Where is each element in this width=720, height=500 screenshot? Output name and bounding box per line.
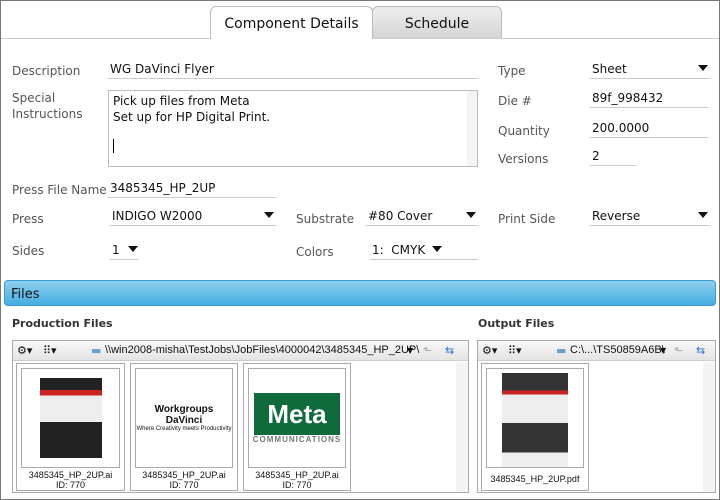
files-header-label: Files: [11, 287, 40, 302]
substrate-value: #80 Cover: [368, 209, 433, 223]
file-name: 3485345_HP_2UP.pdf: [490, 474, 580, 484]
tab-schedule[interactable]: Schedule: [372, 6, 502, 39]
die-label: Die #: [498, 94, 532, 108]
meta-logo: Meta: [254, 392, 340, 435]
colors-value: 1: CMYK: [372, 243, 426, 257]
chevron-down-icon: [698, 65, 708, 71]
file-id: ID: 770: [169, 480, 199, 490]
view-grid-icon[interactable]: ⠿▾: [43, 344, 57, 357]
print-side-value: Reverse: [592, 209, 641, 223]
description-label: Description: [12, 64, 81, 78]
text-cursor: [113, 139, 114, 153]
file-preview: Meta COMMUNICATIONS: [248, 368, 346, 468]
file-name: 3485345_HP_2UP.ai: [28, 470, 113, 480]
output-files-panel: ⚙▾ ⠿▾ ▬ C:\...\TS50859A6B\ ▼ ⬑ ⇆ 3485345…: [477, 340, 716, 493]
folder-icon: ▬: [556, 344, 567, 357]
instructions-line: Set up for HP Digital Print.: [113, 110, 271, 124]
file-thumbnail[interactable]: 3485345_HP_2UP.ai ID: 770: [16, 363, 125, 491]
sides-label: Sides: [12, 244, 45, 258]
file-thumbnail[interactable]: Meta COMMUNICATIONS 3485345_HP_2UP.ai ID:…: [243, 363, 351, 491]
chevron-down-icon: [466, 212, 476, 218]
file-preview: [21, 368, 120, 468]
chevron-down-icon: [432, 246, 442, 252]
special-instructions-label-2: Instructions: [12, 107, 83, 121]
gear-icon[interactable]: ⚙▾: [482, 344, 497, 357]
output-files-title: Output Files: [478, 317, 555, 330]
print-side-select[interactable]: Reverse: [590, 208, 710, 226]
gear-icon[interactable]: ⚙▾: [17, 344, 32, 357]
colors-select[interactable]: 1: CMYK: [370, 242, 478, 260]
output-scrollbar[interactable]: [703, 362, 715, 492]
logo-tagline: COMMUNICATIONS: [252, 434, 342, 444]
file-preview: [486, 368, 584, 468]
refresh-icon[interactable]: ⇆: [696, 344, 705, 357]
print-side-label: Print Side: [498, 212, 556, 226]
chevron-down-icon: [698, 212, 708, 218]
special-instructions-textarea[interactable]: Pick up files from Meta Set up for HP Di…: [108, 90, 478, 167]
up-folder-icon[interactable]: ⬑: [674, 344, 683, 357]
chevron-down-icon: [264, 212, 274, 218]
tab-component-details[interactable]: Component Details: [210, 6, 373, 39]
die-input[interactable]: 89f_998432: [590, 90, 708, 108]
production-path[interactable]: \\win2008-misha\TestJobs\JobFiles\400004…: [105, 344, 419, 356]
instructions-line: Pick up files from Meta: [113, 94, 250, 108]
file-preview: Workgroups DaVinci Where Creativity meet…: [135, 368, 233, 468]
type-select[interactable]: Sheet: [590, 61, 710, 79]
substrate-select[interactable]: #80 Cover: [366, 208, 478, 226]
colors-label: Colors: [296, 245, 334, 259]
file-id: ID: 770: [282, 480, 312, 490]
description-input[interactable]: WG DaVinci Flyer: [108, 61, 478, 79]
textarea-scrollbar[interactable]: [467, 91, 477, 166]
file-name: 3485345_HP_2UP.ai: [142, 470, 226, 480]
versions-input[interactable]: 2: [590, 148, 636, 166]
chevron-down-icon: [128, 246, 138, 252]
versions-label: Versions: [498, 152, 549, 166]
chevron-down-icon[interactable]: ▼: [660, 346, 666, 355]
special-instructions-label-1: Special: [12, 91, 56, 105]
press-label: Press: [12, 212, 44, 226]
sides-select[interactable]: 1: [110, 242, 138, 260]
press-value: INDIGO W2000: [112, 209, 203, 223]
view-grid-icon[interactable]: ⠿▾: [508, 344, 522, 357]
production-scrollbar[interactable]: [456, 362, 468, 492]
workgroups-logo: Workgroups DaVinci: [154, 404, 214, 426]
folder-icon: ▬: [91, 344, 102, 357]
file-thumbnail[interactable]: Workgroups DaVinci Where Creativity meet…: [130, 363, 238, 491]
files-section-header[interactable]: Files: [4, 280, 716, 306]
logo-tagline: Where Creativity meets Productivity: [136, 426, 232, 432]
up-folder-icon[interactable]: ⬑: [423, 344, 432, 357]
production-files-title: Production Files: [12, 317, 113, 330]
press-file-name-input[interactable]: 3485345_HP_2UP: [108, 180, 276, 198]
chevron-down-icon[interactable]: ▼: [407, 346, 413, 355]
file-id: ID: 770: [55, 480, 86, 490]
type-label: Type: [498, 64, 526, 78]
quantity-label: Quantity: [498, 124, 550, 138]
file-thumbnail[interactable]: 3485345_HP_2UP.pdf: [481, 363, 589, 491]
output-path[interactable]: C:\...\TS50859A6B\: [570, 344, 665, 356]
sides-value: 1: [112, 243, 120, 257]
production-toolbar: ⚙▾ ⠿▾ ▬ \\win2008-misha\TestJobs\JobFile…: [13, 341, 468, 361]
output-toolbar: ⚙▾ ⠿▾ ▬ C:\...\TS50859A6B\ ▼ ⬑ ⇆: [478, 341, 715, 361]
production-files-panel: ⚙▾ ⠿▾ ▬ \\win2008-misha\TestJobs\JobFile…: [12, 340, 469, 493]
file-name: 3485345_HP_2UP.ai: [255, 470, 339, 480]
type-value: Sheet: [592, 62, 627, 76]
press-file-name-label: Press File Name: [12, 183, 107, 197]
substrate-label: Substrate: [296, 212, 355, 226]
refresh-icon[interactable]: ⇆: [445, 344, 454, 357]
press-select[interactable]: INDIGO W2000: [110, 208, 276, 226]
quantity-input[interactable]: 200.0000: [590, 120, 708, 138]
